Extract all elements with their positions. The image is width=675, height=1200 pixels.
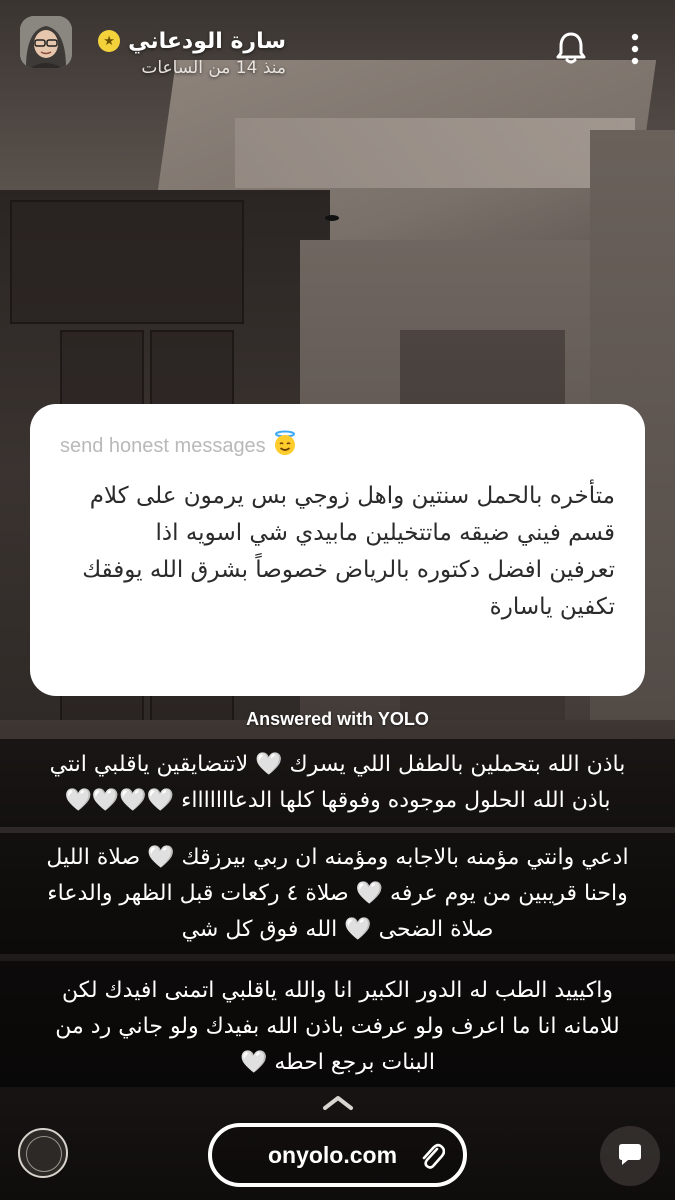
question-text: متأخره بالحمل سنتين واهل زوجي بس يرمون ع… [60, 478, 615, 626]
prompt-text: send honest messages [60, 434, 266, 457]
link-text: onyolo.com [267, 1141, 398, 1168]
caption-line: ادعي وانتي مؤمنه بالاجابه ومؤمنه ان ربي … [46, 845, 629, 870]
caption-line: البنات برجع احطه 🤍 [239, 1050, 435, 1075]
username-row[interactable]: سارة الودعاني ★ [96, 24, 286, 58]
caption-band-1: باذن الله بتحملين بالطفل اللي يسرك 🤍 لات… [0, 739, 675, 827]
question-line: قسم فيني ضيقه ماتتخيلين مابيدي شي اسويه … [155, 520, 615, 546]
prompt-row: send honest messages [60, 430, 615, 462]
story-header: سارة الودعاني ★ منذ 14 من الساعات [0, 0, 675, 100]
answered-with-label: Answered with YOLO [246, 709, 429, 729]
paperclip-icon [419, 1141, 446, 1171]
caption-line: للامانه انا ما اعرف ولو عرفت باذن الله ب… [55, 1014, 620, 1039]
caption-line: واحنا قريبين من يوم عرفه 🤍 صلاة ٤ ركعات … [47, 881, 628, 906]
caption-line: واكيييد الطب له الدور الكبير انا والله ي… [61, 978, 614, 1003]
caption-line: صلاة الضحى 🤍 الله فوق كل شي [181, 917, 494, 942]
user-avatar[interactable] [20, 16, 72, 68]
chevron-up-icon[interactable] [321, 1094, 355, 1112]
star-icon: ★ [98, 30, 121, 52]
post-timestamp: منذ 14 من الساعات [141, 58, 286, 78]
halo-smiling-face-icon [272, 430, 298, 462]
reply-button[interactable] [600, 1126, 660, 1186]
question-line: تعرفين افضل دكتوره بالرياض خصوصاً بشرق ا… [82, 557, 615, 583]
caption-band-3: واكيييد الطب له الدور الكبير انا والله ي… [0, 961, 675, 1087]
more-options-icon[interactable] [626, 32, 644, 66]
attachment-link-button[interactable]: onyolo.com [208, 1123, 467, 1187]
caption-line: باذن الله بتحملين بالطفل اللي يسرك 🤍 لات… [49, 752, 626, 777]
question-line: تكفين ياسارة [489, 594, 615, 620]
chat-bubble-icon [617, 1141, 643, 1171]
bottom-avatar[interactable] [18, 1128, 68, 1178]
bell-icon[interactable] [553, 30, 589, 66]
question-line: متأخره بالحمل سنتين واهل زوجي بس يرمون ع… [89, 483, 615, 509]
username[interactable]: سارة الودعاني [128, 29, 286, 54]
caption-line: باذن الله الحلول موجوده وفوقها كلها الدع… [64, 788, 611, 813]
question-card[interactable]: send honest messages متأخره بالحمل سنتين… [30, 404, 645, 696]
caption-band-2: ادعي وانتي مؤمنه بالاجابه ومؤمنه ان ربي … [0, 833, 675, 954]
